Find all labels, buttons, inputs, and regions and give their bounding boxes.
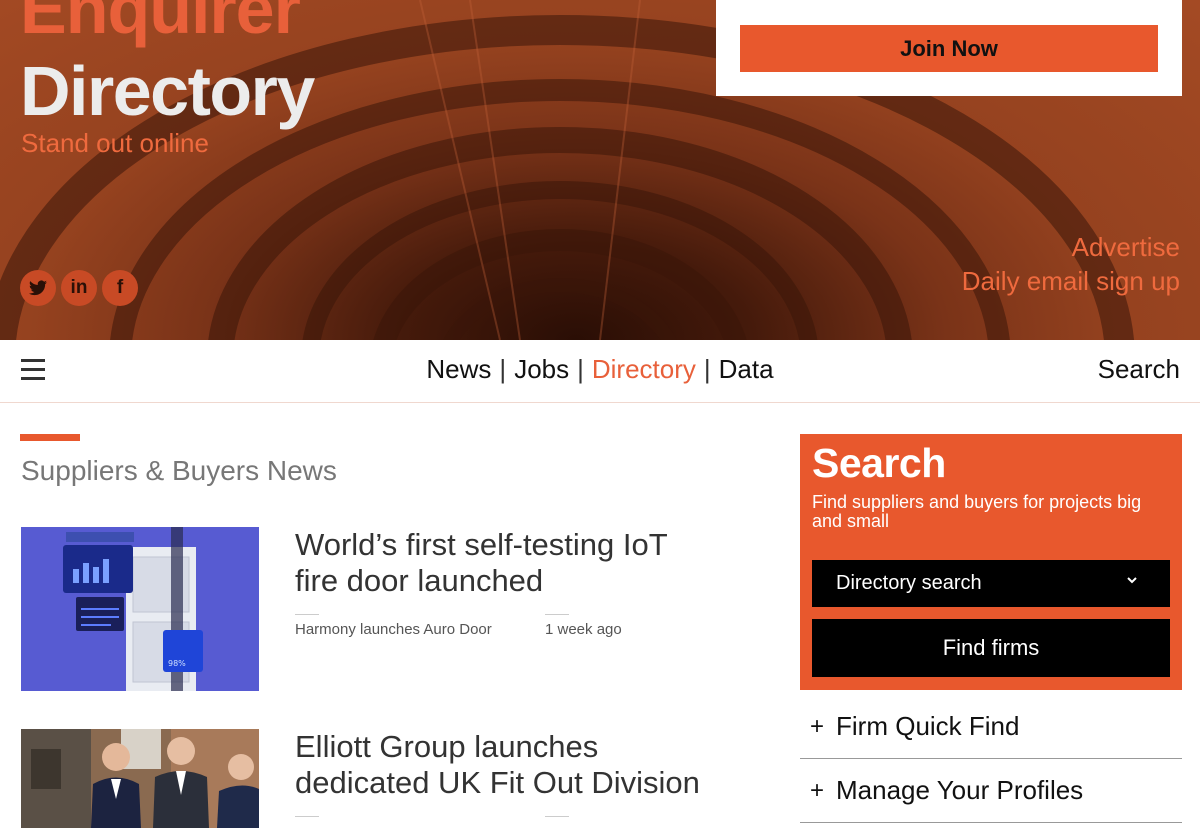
- nav-search-link[interactable]: Search: [1098, 354, 1180, 385]
- join-box: Join Now: [716, 0, 1182, 96]
- article-thumbnail[interactable]: 98%: [21, 527, 259, 691]
- tagline: Stand out online: [21, 128, 209, 158]
- section-title: Suppliers & Buyers News: [21, 455, 337, 486]
- hero-banner: Enquirer Directory Stand out online in f…: [0, 0, 1200, 340]
- search-panel-title: Search: [812, 440, 946, 486]
- meta-divider: [545, 816, 569, 817]
- accordion-label: Manage Your Profiles: [836, 775, 1084, 805]
- article-time: 1 week ago: [545, 621, 622, 638]
- article-thumbnail[interactable]: [21, 729, 259, 828]
- main-nav: News | Jobs | Directory | Data Search: [0, 340, 1200, 403]
- meta-divider: [545, 614, 569, 615]
- facebook-icon[interactable]: f: [102, 270, 138, 306]
- nav-item-news[interactable]: News: [426, 354, 491, 384]
- article-subtitle: Harmony launches Auro Door: [295, 621, 492, 638]
- logo-directory[interactable]: Directory: [20, 56, 315, 126]
- accordion-manage-profiles[interactable]: + Manage Your Profiles: [800, 759, 1182, 823]
- select-value: Directory search: [836, 572, 982, 594]
- article-title[interactable]: Elliott Group launches dedicated UK Fit …: [295, 729, 715, 801]
- advertise-link[interactable]: Advertise: [1072, 232, 1180, 263]
- meta-divider: [295, 614, 319, 615]
- meta-divider: [295, 816, 319, 817]
- logo-enquirer[interactable]: Enquirer: [20, 0, 301, 44]
- section-accent-bar: [20, 434, 80, 441]
- article-item[interactable]: Elliott Group launches dedicated UK Fit …: [21, 729, 721, 828]
- chevron-down-icon: [1126, 572, 1138, 590]
- article-item[interactable]: 98% World’s first self-testing IoT fire …: [21, 527, 721, 692]
- nav-item-jobs[interactable]: Jobs: [514, 354, 569, 384]
- accordion-firm-quick-find[interactable]: + Firm Quick Find: [800, 695, 1182, 759]
- accordion-label: Firm Quick Find: [836, 711, 1020, 741]
- svg-text:98%: 98%: [168, 659, 186, 668]
- plus-icon: +: [810, 712, 825, 740]
- linkedin-icon[interactable]: in: [61, 270, 97, 306]
- join-now-button[interactable]: Join Now: [740, 25, 1158, 72]
- nav-item-directory[interactable]: Directory: [592, 354, 696, 384]
- directory-search-panel: Search Find suppliers and buyers for pro…: [800, 434, 1182, 690]
- search-panel-description: Find suppliers and buyers for projects b…: [812, 492, 1142, 531]
- daily-email-signup-link[interactable]: Daily email sign up: [962, 266, 1180, 297]
- article-title[interactable]: World’s first self-testing IoT fire door…: [295, 527, 715, 599]
- plus-icon: +: [810, 776, 825, 804]
- nav-item-data[interactable]: Data: [719, 354, 774, 384]
- twitter-icon[interactable]: [20, 270, 56, 306]
- find-firms-button[interactable]: Find firms: [812, 619, 1170, 677]
- directory-search-select[interactable]: Directory search: [812, 560, 1170, 607]
- nav-links: News | Jobs | Directory | Data: [426, 354, 774, 384]
